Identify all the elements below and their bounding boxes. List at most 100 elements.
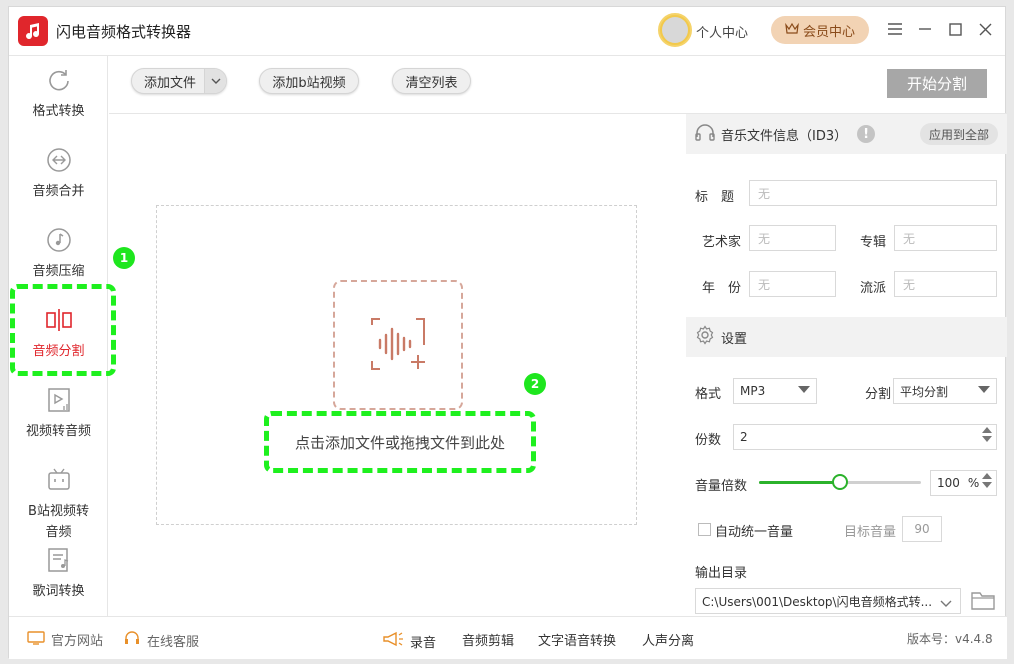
annotation-badge-1: 1 bbox=[113, 247, 135, 269]
sidebar-item-label: B站视频转 bbox=[28, 504, 89, 519]
album-field[interactable]: 无 bbox=[894, 225, 997, 251]
genre-label: 流派 bbox=[860, 281, 887, 296]
sidebar-item-label: 格式转换 bbox=[32, 104, 85, 119]
settings-section-header: 设置 bbox=[686, 317, 1007, 357]
video-audio-icon bbox=[45, 386, 73, 414]
add-file-label: 添加文件 bbox=[144, 75, 197, 91]
vip-center-label: 会员中心 bbox=[802, 24, 855, 40]
minimize-icon[interactable] bbox=[915, 19, 935, 39]
chevron-down-icon bbox=[940, 597, 952, 611]
online-support-label: 在线客服 bbox=[147, 634, 200, 650]
text-to-speech-link[interactable]: 文字语音转换 bbox=[538, 630, 616, 649]
title-field[interactable]: 无 bbox=[749, 180, 997, 206]
clear-list-button[interactable]: 清空列表 bbox=[392, 68, 471, 94]
format-label: 格式 bbox=[695, 387, 722, 402]
genre-field[interactable]: 无 bbox=[894, 271, 997, 297]
sidebar-item-lyrics-convert[interactable]: 歌词转换 bbox=[9, 546, 108, 599]
sidebar-item-audio-merge[interactable]: 音频合并 bbox=[9, 146, 108, 199]
merge-icon bbox=[45, 146, 73, 174]
add-file-button[interactable]: 添加文件 bbox=[131, 68, 227, 94]
chevron-down-icon bbox=[978, 386, 990, 393]
gear-icon bbox=[695, 325, 715, 349]
id3-section-header: 音乐文件信息（ID3） ! 应用到全部 bbox=[686, 114, 1007, 154]
title-bar: 闪电音频格式转换器 个人中心 会员中心 bbox=[9, 7, 1005, 55]
online-support-link[interactable]: 在线客服 bbox=[123, 630, 199, 650]
sidebar-item-video-to-audio[interactable]: 视频转音频 bbox=[9, 386, 108, 439]
megaphone-icon bbox=[382, 630, 404, 652]
highlight-box-drop-hint bbox=[264, 411, 536, 473]
format-value: MP3 bbox=[740, 384, 766, 398]
audio-edit-link[interactable]: 音频剪辑 bbox=[462, 630, 514, 649]
record-link[interactable]: 录音 bbox=[382, 630, 436, 652]
app-title: 闪电音频格式转换器 bbox=[56, 23, 192, 41]
sidebar-item-label: 视频转音频 bbox=[25, 424, 91, 439]
vocal-separation-link[interactable]: 人声分离 bbox=[642, 630, 694, 649]
add-audio-icon[interactable] bbox=[333, 280, 463, 410]
year-field[interactable]: 无 bbox=[749, 271, 836, 297]
official-website-label: 官方网站 bbox=[51, 634, 104, 649]
volume-label: 音量倍数 bbox=[695, 479, 748, 494]
output-dir-value: C:\Users\001\Desktop\闪电音频格式转... bbox=[702, 594, 932, 609]
auto-volume-label: 自动统一音量 bbox=[715, 525, 794, 540]
menu-icon[interactable] bbox=[885, 19, 905, 39]
toolbar: 添加文件 添加b站视频 清空列表 开始分割 bbox=[109, 56, 1007, 114]
target-volume-input[interactable]: 90 bbox=[902, 516, 942, 542]
artist-label: 艺术家 bbox=[702, 235, 742, 250]
info-icon[interactable]: ! bbox=[857, 125, 876, 143]
official-website-link[interactable]: 官方网站 bbox=[27, 630, 103, 649]
sidebar-item-label: 音频合并 bbox=[32, 184, 85, 199]
format-select[interactable]: MP3 bbox=[733, 378, 817, 404]
artist-field[interactable]: 无 bbox=[749, 225, 836, 251]
vip-center-button[interactable]: 会员中心 bbox=[771, 16, 869, 44]
stepper-arrows-icon[interactable] bbox=[982, 427, 992, 442]
add-bilibili-video-button[interactable]: 添加b站视频 bbox=[259, 68, 359, 94]
volume-unit: % bbox=[967, 476, 980, 490]
stepper-arrows-icon[interactable] bbox=[982, 473, 992, 488]
chevron-down-icon bbox=[798, 386, 810, 393]
folder-icon[interactable] bbox=[971, 590, 997, 612]
apply-to-all-button[interactable]: 应用到全部 bbox=[919, 123, 998, 145]
sidebar-item-label-line2: 音频 bbox=[45, 525, 72, 540]
volume-slider-thumb[interactable] bbox=[832, 474, 848, 490]
output-dir-select[interactable]: C:\Users\001\Desktop\闪电音频格式转... bbox=[695, 588, 961, 614]
close-icon[interactable] bbox=[975, 19, 995, 39]
settings-section-title: 设置 bbox=[721, 331, 748, 347]
auto-volume-checkbox[interactable] bbox=[698, 523, 711, 536]
version-label: 版本号：v4.4.8 bbox=[907, 632, 993, 646]
personal-center-link[interactable]: 个人中心 bbox=[696, 22, 748, 41]
music-note-icon bbox=[45, 226, 73, 254]
headset-icon bbox=[123, 630, 141, 650]
sidebar-item-bilibili-to-audio[interactable]: B站视频转 音频 bbox=[9, 466, 108, 540]
start-split-button[interactable]: 开始分割 bbox=[887, 69, 987, 98]
user-avatar[interactable] bbox=[658, 13, 692, 47]
target-volume-label: 目标音量 bbox=[844, 525, 897, 540]
settings-panel: 音乐文件信息（ID3） ! 应用到全部 标 题 无 艺术家 无 专辑 无 年 份… bbox=[686, 114, 1007, 616]
sidebar-item-audio-compress[interactable]: 音频压缩 bbox=[9, 226, 108, 279]
parts-stepper[interactable]: 2 bbox=[733, 424, 997, 450]
lyrics-icon bbox=[45, 546, 73, 574]
sidebar-item-label: 歌词转换 bbox=[32, 584, 85, 599]
volume-input[interactable]: 100 % bbox=[930, 470, 997, 496]
bilibili-icon bbox=[45, 466, 73, 494]
footer: 官方网站 在线客服 录音 音频剪辑 文字语音转换 人声分离 版本号：v4.4.8 bbox=[9, 616, 1007, 659]
split-mode-select[interactable]: 平均分割 bbox=[893, 378, 997, 404]
split-mode-label: 分割 bbox=[865, 387, 892, 402]
annotation-badge-2: 2 bbox=[524, 373, 546, 395]
parts-label: 份数 bbox=[695, 433, 722, 448]
album-label: 专辑 bbox=[860, 235, 887, 250]
sidebar-item-format-convert[interactable]: 格式转换 bbox=[9, 66, 108, 119]
highlight-box-sidebar bbox=[10, 284, 116, 376]
headphones-icon bbox=[695, 123, 715, 145]
refresh-icon bbox=[45, 66, 73, 94]
app-logo-icon bbox=[18, 16, 48, 46]
chevron-down-icon[interactable] bbox=[204, 69, 226, 93]
volume-slider-fill bbox=[759, 481, 840, 484]
crown-icon bbox=[785, 22, 799, 38]
id3-section-title: 音乐文件信息（ID3） bbox=[721, 128, 848, 144]
volume-value: 100 bbox=[937, 476, 960, 490]
monitor-icon bbox=[27, 630, 45, 649]
sidebar-item-label: 音频压缩 bbox=[32, 264, 85, 279]
output-dir-label: 输出目录 bbox=[695, 566, 748, 581]
year-label: 年 份 bbox=[702, 281, 742, 296]
maximize-icon[interactable] bbox=[945, 19, 965, 39]
